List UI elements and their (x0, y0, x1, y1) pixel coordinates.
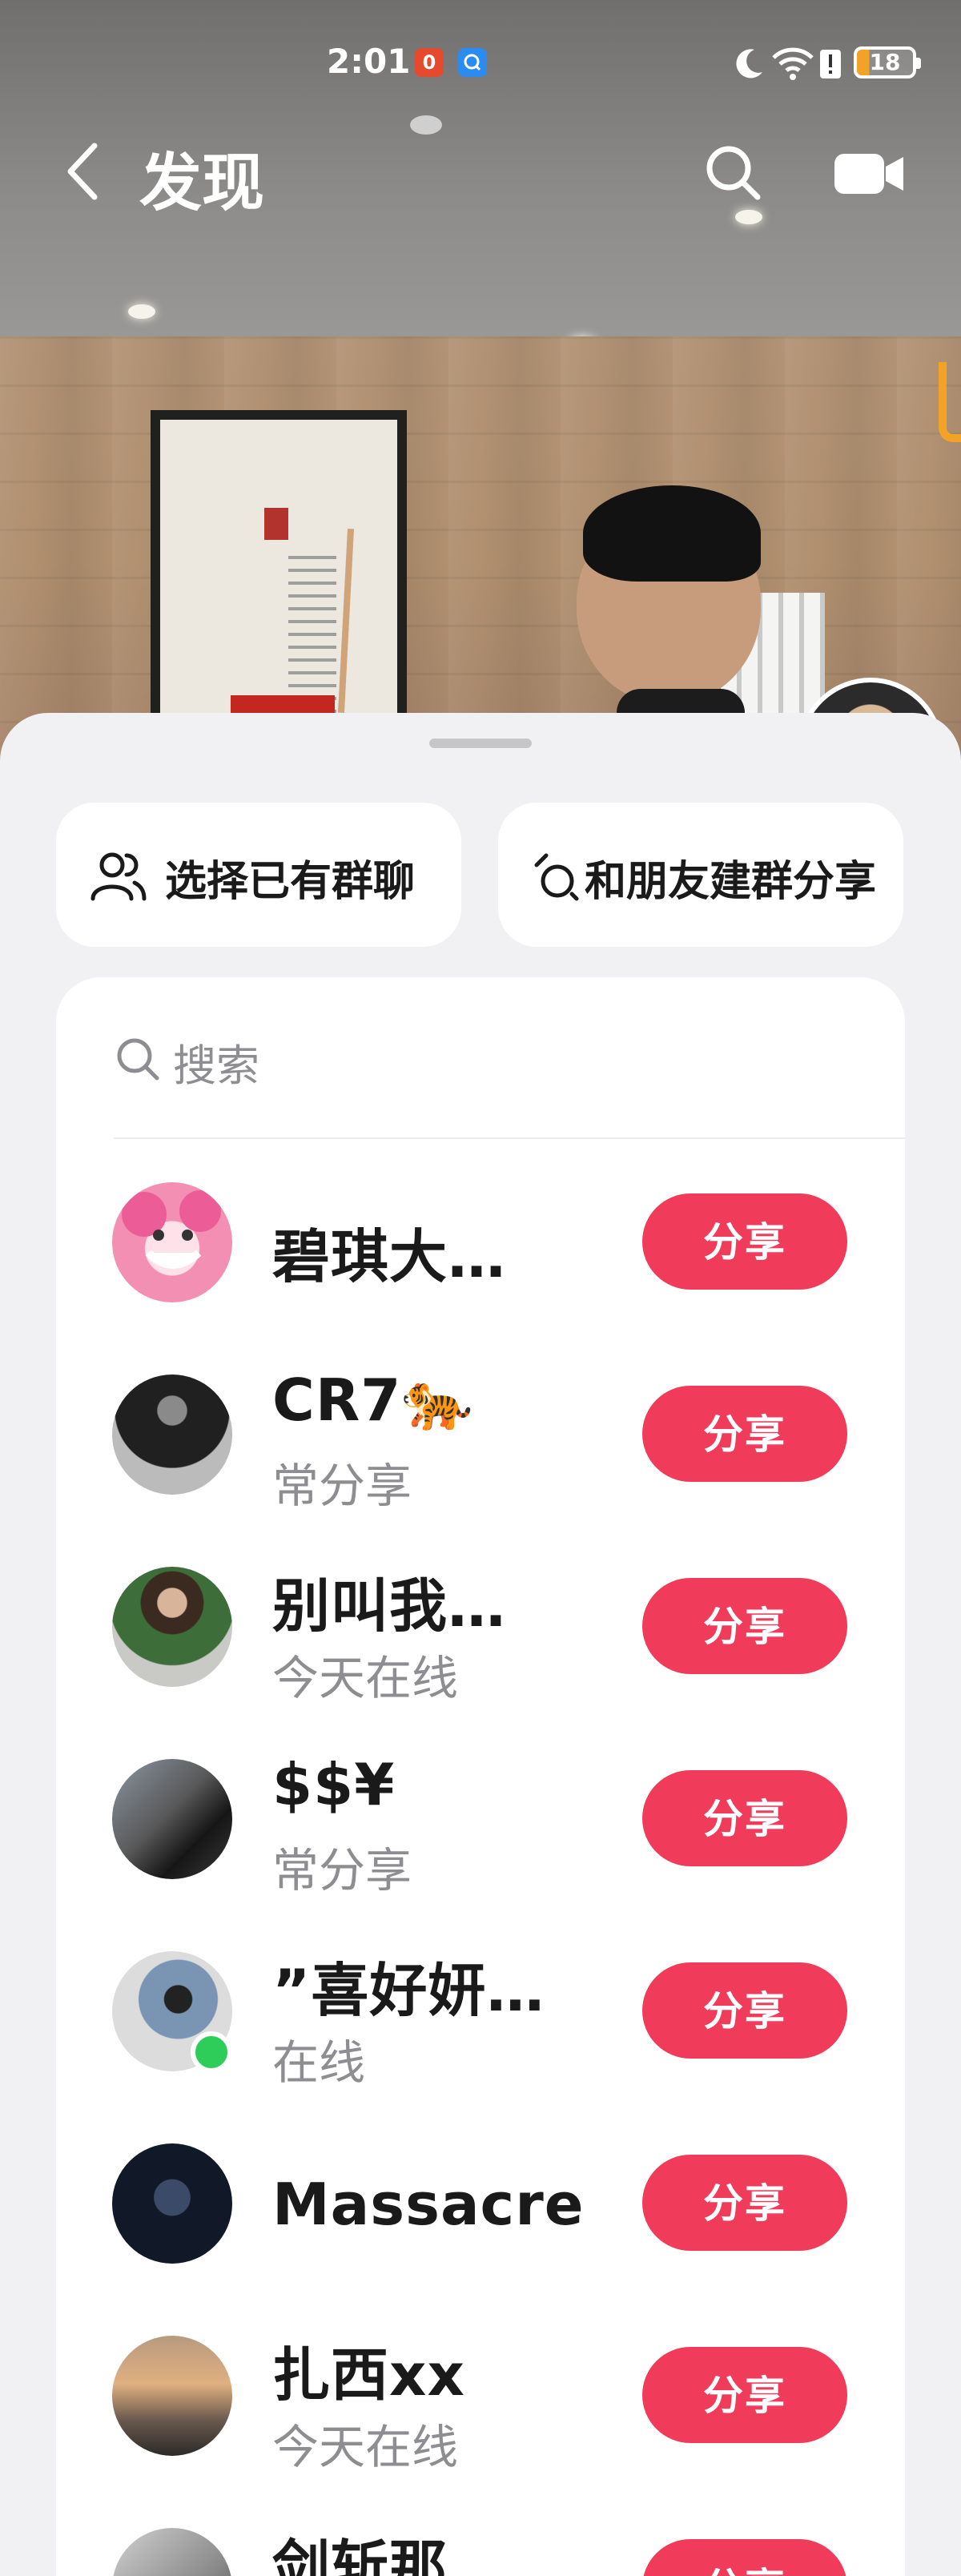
select-existing-group-button[interactable]: 选择已有群聊 (56, 803, 461, 947)
avatar (112, 2336, 232, 2456)
contact-status: 在线 (272, 2035, 366, 2090)
chevron-left-icon[interactable] (58, 139, 115, 203)
contact-name: 别叫我… (272, 1572, 507, 1640)
share-button[interactable]: 分享 (642, 1578, 847, 1674)
select-existing-group-label: 选择已有群聊 (165, 858, 416, 906)
contact-row[interactable]: 碧琪大… 分享 (56, 1182, 905, 1342)
avatar (112, 1567, 232, 1687)
status-time: 2:01 (327, 42, 411, 81)
contact-status: 常分享 (272, 1843, 412, 1898)
background-video-frame (0, 0, 961, 769)
contact-status: 今天在线 (272, 1651, 459, 1705)
create-group-share-label: 和朋友建群分享 (585, 858, 877, 906)
contact-row[interactable]: CR7🐅 常分享 分享 (56, 1366, 905, 1535)
contact-name: Massacre (272, 2171, 585, 2238)
sheet-drag-handle[interactable] (429, 739, 532, 748)
contact-list-card: 搜索 碧琪大… 分享 CR7🐅 常分享 分享 别叫我… 今天在线 分享 $$¥ … (56, 977, 905, 2576)
search-icon (117, 1038, 159, 1081)
person-hair (583, 485, 761, 582)
qq-browser-notification-icon (458, 48, 487, 77)
avatar (112, 2143, 232, 2264)
page-title: 发现 (139, 147, 265, 219)
search-icon[interactable] (702, 141, 766, 205)
wifi-icon (772, 47, 814, 80)
red-seal (264, 508, 288, 540)
edge-marker (939, 362, 961, 442)
battery-icon: 18 (854, 46, 921, 78)
contact-row[interactable]: 剑斩那 分享 (56, 2528, 905, 2576)
pinkie-pie-avatar-art (122, 1190, 221, 1269)
contact-name: 剑斩那 (272, 2534, 448, 2576)
group-people-icon (90, 852, 147, 901)
avatar (112, 2528, 232, 2576)
divider (114, 1137, 905, 1139)
share-button[interactable]: 分享 (642, 2347, 847, 2443)
video-camera-icon[interactable] (833, 149, 905, 197)
avatar (112, 1182, 232, 1302)
contact-name: 碧琪大… (272, 1223, 507, 1290)
top-nav: 发现 (0, 128, 961, 219)
ceiling-light (128, 304, 155, 319)
share-screen: 2:01 0 18 发现 选择已有群聊 和朋友建群分享 搜索 碧琪大… 分享 C… (0, 0, 961, 2576)
contact-status: 常分享 (272, 1459, 412, 1513)
avatar (112, 1759, 232, 1879)
app-notification-icon: 0 (415, 48, 444, 77)
avatar (112, 1375, 232, 1495)
share-button[interactable]: 分享 (642, 1386, 847, 1482)
contact-name: $$¥ (272, 1751, 396, 1818)
contact-name: 扎西xx (272, 2341, 465, 2409)
online-status-dot (191, 2031, 232, 2073)
status-bar: 2:01 0 18 (0, 42, 961, 90)
share-sheet: 选择已有群聊 和朋友建群分享 搜索 碧琪大… 分享 CR7🐅 常分享 分享 别叫… (0, 713, 961, 2576)
share-button[interactable]: 分享 (642, 2539, 847, 2576)
contact-row[interactable]: 别叫我… 今天在线 分享 (56, 1567, 905, 1727)
do-not-disturb-moon-icon (736, 49, 762, 78)
share-button[interactable]: 分享 (642, 1770, 847, 1866)
search-placeholder: 搜索 (173, 1040, 259, 1091)
contact-row[interactable]: $$¥ 常分享 分享 (56, 1751, 905, 1919)
create-group-share-button[interactable]: 和朋友建群分享 (498, 803, 903, 947)
contact-search-field[interactable]: 搜索 (56, 977, 905, 1137)
share-button[interactable]: 分享 (642, 1962, 847, 2059)
contact-row[interactable]: ”喜好妍… 在线 分享 (56, 1951, 905, 2111)
create-group-icon (534, 853, 579, 901)
sim-alert-icon (820, 50, 841, 78)
share-button[interactable]: 分享 (642, 2155, 847, 2251)
share-button[interactable]: 分享 (642, 1193, 847, 1290)
contact-row[interactable]: 扎西xx 今天在线 分享 (56, 2336, 905, 2496)
contact-name: CR7🐅 (272, 1366, 475, 1434)
contact-status: 今天在线 (272, 2420, 459, 2474)
contact-name: ”喜好妍… (272, 1957, 545, 2024)
contact-row[interactable]: Massacre 分享 (56, 2143, 905, 2304)
